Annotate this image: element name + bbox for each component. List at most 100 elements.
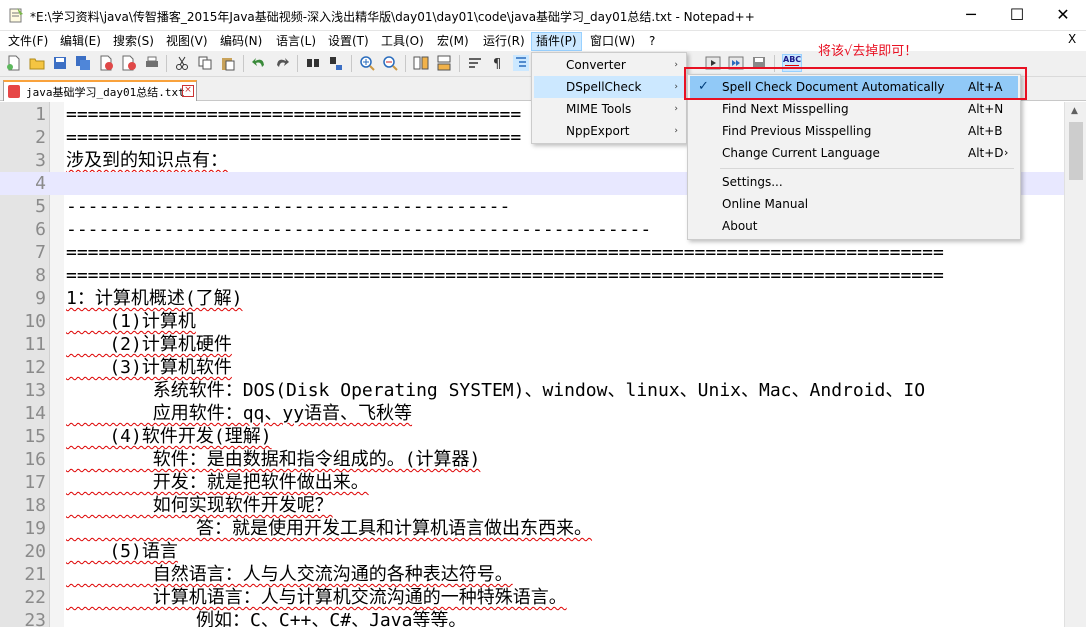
editor-line[interactable]: 13 系统软件：DOS(Disk Operating SYSTEM)、windo…: [0, 379, 1064, 402]
close-all-icon[interactable]: [121, 55, 137, 71]
dspellcheck-item-find-previous[interactable]: Find Previous Misspelling Alt+B: [690, 120, 1018, 142]
replace-icon[interactable]: [328, 55, 344, 71]
show-all-chars-icon[interactable]: ¶: [490, 55, 506, 71]
menu-settings[interactable]: 设置(T): [324, 32, 373, 51]
line-number: 17: [24, 472, 46, 493]
editor-line[interactable]: 22 计算机语言：人与计算机交流沟通的一种特殊语言。: [0, 586, 1064, 609]
title-bar: *E:\学习资料\java\传智播客_2015年Java基础视频-深入浅出精华版…: [0, 0, 1086, 31]
menu-item-label: Change Current Language: [722, 146, 880, 160]
editor-line[interactable]: 18 如何实现软件开发呢？: [0, 494, 1064, 517]
editor-line[interactable]: 14 应用软件：qq、yy语音、飞秋等: [0, 402, 1064, 425]
chevron-right-icon: ›: [674, 82, 678, 92]
close-document-button[interactable]: X: [1068, 32, 1076, 46]
menu-tools[interactable]: 工具(O): [377, 32, 428, 51]
menu-file[interactable]: 文件(F): [4, 32, 52, 51]
new-file-icon[interactable]: [6, 55, 22, 71]
line-text: ========================================…: [66, 265, 944, 286]
menu-view[interactable]: 视图(V): [162, 32, 212, 51]
svg-text:¶: ¶: [493, 57, 501, 71]
plugins-item-nppexport[interactable]: NppExport ›: [534, 120, 684, 142]
window-title: *E:\学习资料\java\传智播客_2015年Java基础视频-深入浅出精华版…: [30, 10, 755, 24]
scroll-up-icon[interactable]: ▲: [1071, 106, 1078, 116]
editor-line[interactable]: 7 =======================================…: [0, 241, 1064, 264]
dspellcheck-item-about[interactable]: About: [690, 215, 1018, 237]
menu-item-label: Settings...: [722, 175, 783, 189]
close-icon[interactable]: [98, 55, 114, 71]
dspellcheck-item-settings[interactable]: Settings...: [690, 171, 1018, 193]
menu-language[interactable]: 语言(L): [272, 32, 320, 51]
menu-run[interactable]: 运行(R): [479, 32, 529, 51]
menu-encoding[interactable]: 编码(N): [216, 32, 266, 51]
menu-search[interactable]: 搜索(S): [109, 32, 158, 51]
line-number: 8: [35, 265, 46, 286]
line-number: 18: [24, 495, 46, 516]
maximize-button[interactable]: ☐: [994, 0, 1040, 31]
line-text: 系统软件：DOS(Disk Operating SYSTEM)、window、l…: [66, 380, 926, 401]
line-text: 自然语言：人与人交流沟通的各种表达符号。: [66, 564, 513, 585]
menu-window[interactable]: 窗口(W): [586, 32, 639, 51]
unsaved-file-icon: [8, 85, 20, 98]
line-text: 应用软件：qq、yy语音、飞秋等: [66, 403, 413, 424]
indent-guide-icon[interactable]: [513, 55, 529, 71]
copy-icon[interactable]: [197, 55, 213, 71]
toolbar-separator: [297, 55, 298, 72]
vertical-scrollbar[interactable]: ▲: [1064, 102, 1086, 627]
save-icon[interactable]: [52, 55, 68, 71]
editor-line[interactable]: 19 答：就是使用开发工具和计算机语言做出东西来。: [0, 517, 1064, 540]
menu-item-label: Converter: [566, 58, 626, 72]
menu-item-label: NppExport: [566, 124, 630, 138]
line-number: 12: [24, 357, 46, 378]
plugins-item-mime-tools[interactable]: MIME Tools ›: [534, 98, 684, 120]
editor-line[interactable]: 11 (2)计算机硬件: [0, 333, 1064, 356]
editor-line[interactable]: 16 软件：是由数据和指令组成的。(计算器): [0, 448, 1064, 471]
find-icon[interactable]: [305, 55, 321, 71]
line-text: (1)计算机: [66, 311, 196, 332]
editor-line[interactable]: 20 (5)语言: [0, 540, 1064, 563]
editor-line[interactable]: 23 例如：C、C++、C#、Java等等。: [0, 609, 1064, 627]
editor-line[interactable]: 15 (4)软件开发(理解): [0, 425, 1064, 448]
editor-line[interactable]: 21 自然语言：人与人交流沟通的各种表达符号。: [0, 563, 1064, 586]
line-number: 15: [24, 426, 46, 447]
zoom-in-icon[interactable]: [359, 55, 375, 71]
editor-line[interactable]: 9 1：计算机概述(了解): [0, 287, 1064, 310]
line-number: 19: [24, 518, 46, 539]
line-text: ----------------------------------------…: [66, 219, 652, 240]
tab-close-button[interactable]: ×: [182, 85, 194, 97]
line-text: ========================================…: [66, 127, 522, 148]
sync-v-icon[interactable]: [413, 55, 429, 71]
minimize-button[interactable]: ─: [948, 0, 994, 31]
plugins-item-converter[interactable]: Converter ›: [534, 54, 684, 76]
editor-line[interactable]: 8 =======================================…: [0, 264, 1064, 287]
dspellcheck-item-find-next[interactable]: Find Next Misspelling Alt+N: [690, 98, 1018, 120]
wrap-icon[interactable]: [467, 55, 483, 71]
dspellcheck-item-change-language[interactable]: Change Current Language Alt+D ›: [690, 142, 1018, 164]
scrollbar-thumb[interactable]: [1069, 122, 1083, 180]
menu-plugins[interactable]: 插件(P): [531, 32, 582, 51]
line-number: 13: [24, 380, 46, 401]
editor-line[interactable]: 17 开发：就是把软件做出来。: [0, 471, 1064, 494]
paste-icon[interactable]: [220, 55, 236, 71]
save-all-icon[interactable]: [75, 55, 91, 71]
close-window-button[interactable]: ✕: [1040, 0, 1086, 31]
editor-line[interactable]: 10 (1)计算机: [0, 310, 1064, 333]
tab-document[interactable]: java基础学习_day01总结.txt ×: [3, 80, 197, 101]
plugins-item-dspellcheck[interactable]: DSpellCheck ›: [534, 76, 684, 98]
open-file-icon[interactable]: [29, 55, 45, 71]
menu-edit[interactable]: 编辑(E): [56, 32, 105, 51]
menu-item-shortcut: Alt+B: [968, 124, 1003, 138]
editor-line[interactable]: 12 (3)计算机软件: [0, 356, 1064, 379]
line-text: (5)语言: [66, 541, 178, 562]
line-number: 6: [35, 219, 46, 240]
menu-macro[interactable]: 宏(M): [433, 32, 473, 51]
dspellcheck-item-online-manual[interactable]: Online Manual: [690, 193, 1018, 215]
redo-icon[interactable]: [274, 55, 290, 71]
zoom-out-icon[interactable]: [382, 55, 398, 71]
cut-icon[interactable]: [174, 55, 190, 71]
print-icon[interactable]: [144, 55, 160, 71]
menu-help[interactable]: ?: [645, 32, 659, 51]
chevron-right-icon: ›: [674, 126, 678, 136]
sync-h-icon[interactable]: [436, 55, 452, 71]
chevron-right-icon: ›: [674, 104, 678, 114]
chevron-right-icon: ›: [1004, 146, 1009, 159]
undo-icon[interactable]: [251, 55, 267, 71]
